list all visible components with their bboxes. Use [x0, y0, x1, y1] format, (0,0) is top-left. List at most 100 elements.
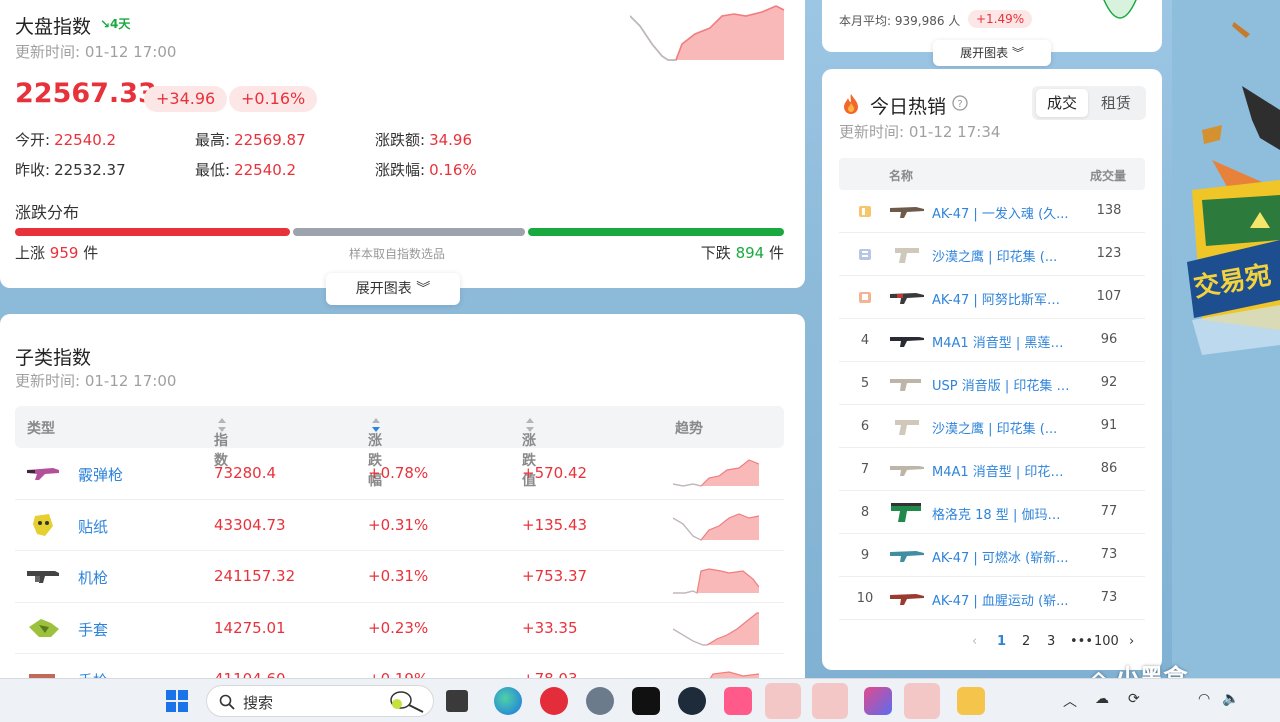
pager-page-last[interactable]: 100 — [1094, 634, 1119, 649]
change-pct: +0.31% — [368, 567, 429, 585]
netease-music-icon[interactable] — [540, 687, 568, 715]
category-name[interactable]: 机枪 — [78, 567, 108, 588]
col-name: 名称 — [889, 169, 914, 183]
item-volume: 92 — [1100, 375, 1118, 390]
item-name[interactable]: USP 消音版 | 印花集 (... — [932, 375, 1072, 394]
col-change-val[interactable]: 涨跌值 — [522, 418, 536, 489]
category-name[interactable]: 手套 — [78, 619, 108, 640]
table-row[interactable]: 手套 14275.01 +0.23% +33.35 — [15, 603, 784, 654]
sync-icon[interactable]: ⟳ — [1128, 691, 1140, 707]
list-item[interactable]: AK-47 | 一发入魂 (久... 138 — [839, 190, 1145, 233]
item-name[interactable]: M4A1 消音型 | 黑莲花 (... — [932, 332, 1072, 351]
search-icon — [219, 694, 235, 710]
item-name[interactable]: AK-47 | 血腥运动 (崭... — [932, 590, 1072, 609]
sort-icon[interactable] — [526, 418, 534, 432]
list-item[interactable]: 8 格洛克 18 型 | 伽玛多普勒 77 — [839, 491, 1145, 534]
category-name[interactable]: 贴纸 — [78, 516, 108, 537]
table-row[interactable]: 贴纸 43304.73 +0.31% +135.43 — [15, 500, 784, 551]
item-name[interactable]: M4A1 消音型 | 印花集 (... — [932, 461, 1072, 480]
item-name[interactable]: AK-47 | 一发入魂 (久... — [932, 203, 1072, 222]
stat-prev-close: 昨收: 22532.37 — [15, 161, 126, 179]
wifi-icon[interactable]: ◠ — [1198, 691, 1210, 707]
help-icon[interactable]: ? — [952, 95, 968, 111]
col-index[interactable]: 指数 — [214, 418, 228, 469]
steam-icon[interactable] — [765, 683, 801, 719]
pistol-icon — [895, 248, 919, 263]
pistol-icon — [891, 503, 921, 522]
pager-ellipsis[interactable]: ••• — [1070, 634, 1093, 649]
item-rank: 6 — [860, 419, 870, 434]
item-volume: 73 — [1100, 547, 1118, 562]
pager-page-3[interactable]: 3 — [1047, 634, 1055, 649]
category-name[interactable]: 霰弹枪 — [78, 464, 123, 485]
item-name[interactable]: AK-47 | 阿努比斯军团 (... — [932, 289, 1072, 308]
index-value: 73280.4 — [214, 464, 277, 482]
tiktok-icon[interactable] — [632, 687, 660, 715]
list-item[interactable]: 7 M4A1 消音型 | 印花集 (... 86 — [839, 448, 1145, 491]
hot-updated-time: 更新时间: 01-12 17:34 — [839, 123, 1001, 141]
item-rank: 10 — [856, 591, 874, 606]
market-index-value: 22567.33 — [15, 78, 157, 109]
item-name[interactable]: 格洛克 18 型 | 伽玛多普勒 — [932, 504, 1072, 523]
item-name[interactable]: AK-47 | 可燃冰 (崭新... — [932, 547, 1072, 566]
list-item[interactable]: 6 沙漠之鹰 | 印花集 (... 91 — [839, 405, 1145, 448]
col-trend: 趋势 — [675, 421, 703, 437]
tab-deals[interactable]: 成交 — [1036, 89, 1088, 117]
table-row[interactable]: 机枪 241157.32 +0.31% +753.37 — [15, 551, 784, 603]
list-item[interactable]: 沙漠之鹰 | 印花集 (... 123 — [839, 233, 1145, 276]
volume-icon[interactable]: 🔈 — [1222, 691, 1239, 707]
sort-icon[interactable] — [218, 418, 226, 432]
trend-sparkline — [673, 459, 759, 487]
stat-open: 今开: 22540.2 — [15, 131, 117, 149]
svg-text:?: ? — [957, 99, 962, 110]
list-item[interactable]: 5 USP 消音版 | 印花集 (... 92 — [839, 362, 1145, 405]
expand-chart-button-monthly[interactable]: 展开图表 ︾ — [933, 40, 1051, 66]
pager-next-icon[interactable]: › — [1129, 634, 1134, 649]
trend-sparkline — [673, 611, 759, 646]
file-explorer-icon[interactable] — [957, 687, 985, 715]
bronze-medal-icon — [859, 292, 871, 303]
hot-sales-title: 今日热销 — [870, 96, 947, 118]
tab-rental[interactable]: 租赁 — [1090, 89, 1142, 117]
rifle-icon — [890, 293, 924, 304]
wechat-icon[interactable] — [904, 683, 940, 719]
bilibili-icon[interactable] — [724, 687, 752, 715]
pager-prev-icon[interactable]: ‹ — [972, 634, 977, 649]
change-abs-badge: +34.96 — [144, 86, 228, 112]
hot-sales-card: 今日热销 ? 更新时间: 01-12 17:34 成交 租赁 名称 成交量 AK… — [822, 69, 1162, 670]
pager-page-1[interactable]: 1 — [997, 634, 1006, 649]
edge-browser-icon[interactable] — [494, 687, 522, 715]
pager-page-2[interactable]: 2 — [1022, 634, 1030, 649]
sub-title: 子类指数 — [15, 347, 92, 369]
hot-table-header: 名称 成交量 — [839, 158, 1145, 190]
windows-start-icon[interactable] — [166, 690, 188, 712]
cloud-offline-icon[interactable]: ☁ — [1095, 691, 1109, 707]
list-item[interactable]: 9 AK-47 | 可燃冰 (崭新... 73 — [839, 534, 1145, 577]
item-volume: 91 — [1100, 418, 1118, 433]
sub-updated-time: 更新时间: 01-12 17:00 — [15, 372, 177, 390]
app-circle-icon[interactable] — [678, 687, 706, 715]
item-name[interactable]: 沙漠之鹰 | 印花集 (... — [932, 246, 1072, 265]
triangle-app-icon[interactable] — [864, 687, 892, 715]
task-view-icon[interactable] — [446, 690, 468, 712]
list-item[interactable]: 10 AK-47 | 血腥运动 (崭... 73 — [839, 577, 1145, 620]
stat-change-pct: 涨跌幅: 0.16% — [375, 161, 477, 179]
tray-expand-icon[interactable]: ︿ — [1063, 691, 1077, 711]
app-blue-icon[interactable] — [812, 683, 848, 719]
pistol-icon — [890, 379, 921, 391]
rifle-icon — [890, 551, 924, 562]
item-rank: 9 — [860, 548, 870, 563]
list-item[interactable]: AK-47 | 阿努比斯军团 (... 107 — [839, 276, 1145, 319]
gold-medal-icon — [859, 206, 871, 217]
table-row[interactable]: 霰弹枪 73280.4 +0.78% +570.42 — [15, 448, 784, 500]
settings-gear-icon[interactable] — [586, 687, 614, 715]
col-change-pct[interactable]: 涨跌幅 — [368, 418, 382, 489]
expand-chart-button[interactable]: 展开图表 ︾ — [326, 273, 460, 305]
taskbar-search-box[interactable]: 搜索 — [206, 685, 434, 717]
sort-desc-icon[interactable] — [372, 418, 380, 432]
rifle-icon — [890, 337, 924, 347]
trend-sparkline — [673, 568, 759, 594]
list-item[interactable]: 4 M4A1 消音型 | 黑莲花 (... 96 — [839, 319, 1145, 362]
item-name[interactable]: 沙漠之鹰 | 印花集 (... — [932, 418, 1072, 437]
market-title: 大盘指数 — [15, 16, 92, 38]
